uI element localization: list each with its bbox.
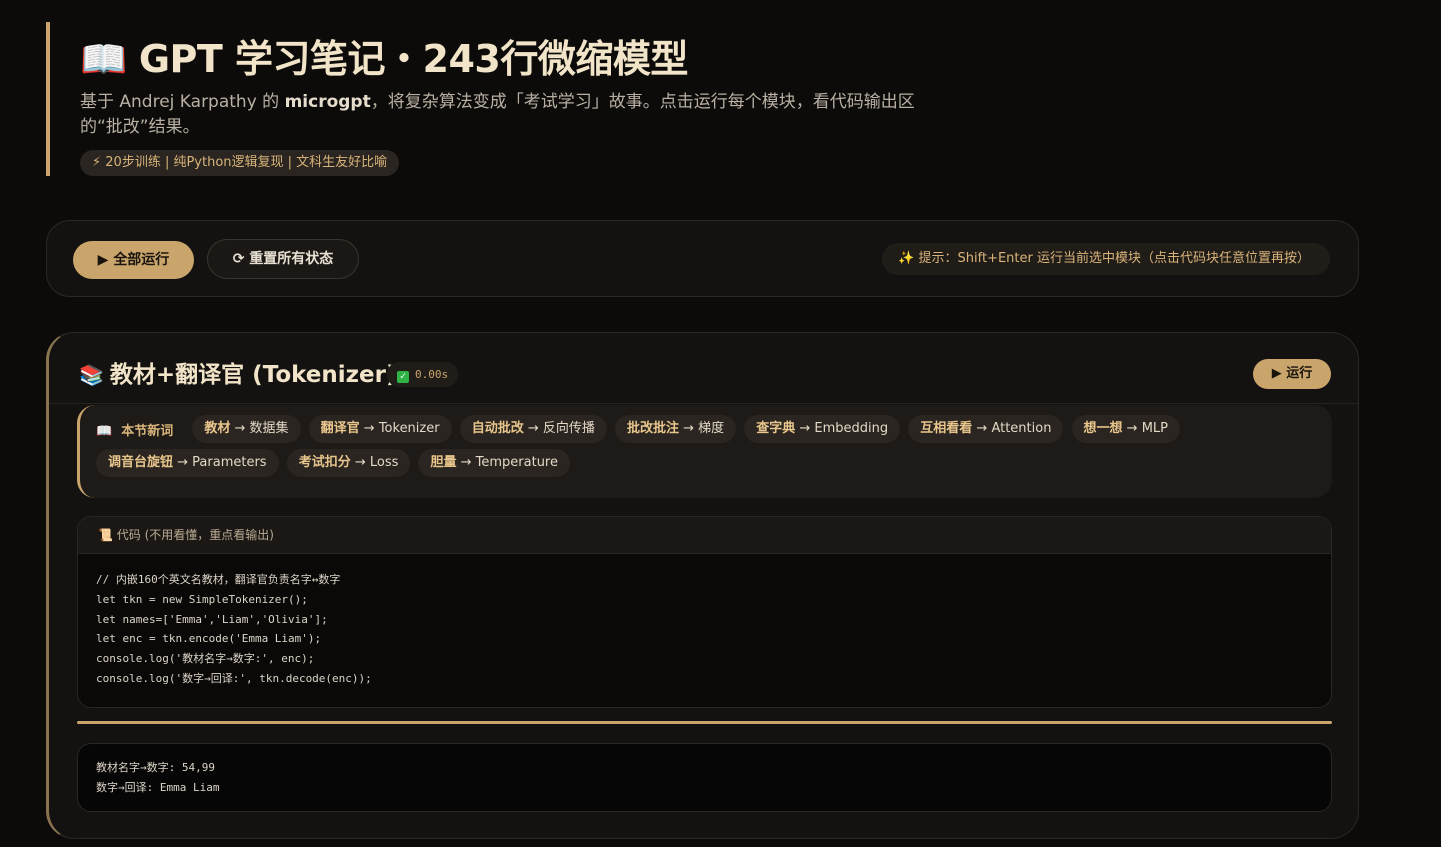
- output-line: 数字→回译: Emma Liam: [96, 780, 220, 794]
- vocab-chip: 想一想 → MLP: [1071, 415, 1181, 443]
- feature-tag-text: 20步训练 | 纯Python逻辑复现 | 文科生友好比喻: [105, 155, 388, 170]
- code-line: let names=['Emma','Liam','Olivia'];: [96, 612, 328, 626]
- vocab-label: 📖 本节新词: [96, 420, 173, 439]
- book-icon: 📖: [96, 423, 113, 439]
- code-header-text: 代码 (不用看懂，重点看输出): [116, 528, 274, 542]
- check-icon: ✓: [397, 371, 409, 383]
- run-module-button[interactable]: ▶ 运行: [1253, 359, 1331, 389]
- vocab-label-text: 本节新词: [121, 423, 174, 439]
- feature-tag: ⚡ 20步训练 | 纯Python逻辑复现 | 文科生友好比喻: [80, 150, 400, 176]
- vocab-chip: 胆量 → Temperature: [418, 449, 570, 477]
- page-title-text: GPT 学习笔记・243行微缩模型: [138, 37, 689, 81]
- code-line: console.log('数字→回译:', tkn.decode(enc));: [96, 671, 372, 685]
- subtitle-highlight: microgpt: [284, 92, 371, 112]
- vocab-chip: 自动批改 → 反向传播: [459, 415, 607, 443]
- reset-all-button[interactable]: ⟳ 重置所有状态: [207, 239, 359, 279]
- code-line: let tkn = new SimpleTokenizer();: [96, 592, 308, 606]
- keyboard-hint: ✨ 提示：Shift+Enter 运行当前选中模块（点击代码块任意位置再按）: [882, 243, 1330, 275]
- code-body[interactable]: // 内嵌160个英文名教材，翻译官负责名字↔数字 let tkn = new S…: [78, 554, 1331, 705]
- page-title: 📖 GPT 学习笔记・243行微缩模型: [80, 28, 688, 83]
- vocab-row-2: 调音台旋钮 → Parameters 考试扣分 → Loss 胆量 → Temp…: [96, 449, 1318, 483]
- hint-text: 提示：Shift+Enter 运行当前选中模块（点击代码块任意位置再按）: [918, 251, 1310, 266]
- lightning-icon: ⚡: [92, 155, 102, 170]
- toolbar: ▶ 全部运行 ⟳ 重置所有状态 ✨ 提示：Shift+Enter 运行当前选中模…: [46, 220, 1359, 297]
- scroll-icon: 📜: [98, 528, 113, 542]
- vocab-chip: 查字典 → Embedding: [744, 415, 901, 443]
- page-subtitle: 基于 Andrej Karpathy 的 microgpt，将复杂算法变成「考试…: [80, 90, 940, 140]
- vocab-chip: 翻译官 → Tokenizer: [308, 415, 452, 443]
- vocab-chip: 批改批注 → 梯度: [614, 415, 737, 443]
- output-line: 教材名字→数字: 54,99: [96, 761, 215, 774]
- sparkle-icon: ✨: [898, 251, 915, 266]
- module-title: 📚 教材+翻译官 (Tokenizer): [79, 355, 397, 389]
- output-panel: 教材名字→数字: 54,99 数字→回译: Emma Liam: [77, 743, 1332, 812]
- code-line: // 内嵌160个英文名教材，翻译官负责名字↔数字: [96, 573, 341, 586]
- output-divider: [77, 721, 1332, 724]
- code-line: let enc = tkn.encode('Emma Liam');: [96, 632, 322, 646]
- code-block[interactable]: 📜 代码 (不用看懂，重点看输出) // 内嵌160个英文名教材，翻译官负责名字…: [77, 516, 1332, 708]
- module-header: 📚 教材+翻译官 (Tokenizer) ✓ 0.00s ▶ 运行: [49, 333, 1358, 404]
- code-header: 📜 代码 (不用看懂，重点看输出): [78, 517, 1331, 554]
- subtitle-text: 基于 Andrej Karpathy 的: [80, 92, 285, 112]
- run-time-badge: ✓ 0.00s: [387, 362, 459, 387]
- books-icon: 📚: [79, 363, 104, 387]
- run-time-text: 0.00s: [415, 368, 449, 381]
- page-header: 📖 GPT 学习笔记・243行微缩模型 基于 Andrej Karpathy 的 …: [46, 22, 946, 176]
- vocab-row-1: 📖 本节新词 教材 → 数据集 翻译官 → Tokenizer 自动批改 → 反…: [96, 415, 1318, 449]
- vocab-chip: 调音台旋钮 → Parameters: [96, 449, 279, 477]
- vocab-chip: 考试扣分 → Loss: [286, 449, 411, 477]
- module-title-text: 教材+翻译官 (Tokenizer): [109, 362, 397, 388]
- book-icon: 📖: [80, 37, 127, 81]
- code-line: console.log('教材名字→数字:', enc);: [96, 652, 315, 666]
- vocab-panel: 📖 本节新词 教材 → 数据集 翻译官 → Tokenizer 自动批改 → 反…: [77, 405, 1332, 498]
- vocab-chip: 教材 → 数据集: [192, 415, 301, 443]
- run-all-button[interactable]: ▶ 全部运行: [73, 241, 194, 279]
- module-card-tokenizer: 📚 教材+翻译官 (Tokenizer) ✓ 0.00s ▶ 运行 📖 本节新词 教…: [46, 332, 1359, 839]
- vocab-chip: 互相看看 → Attention: [908, 415, 1064, 443]
